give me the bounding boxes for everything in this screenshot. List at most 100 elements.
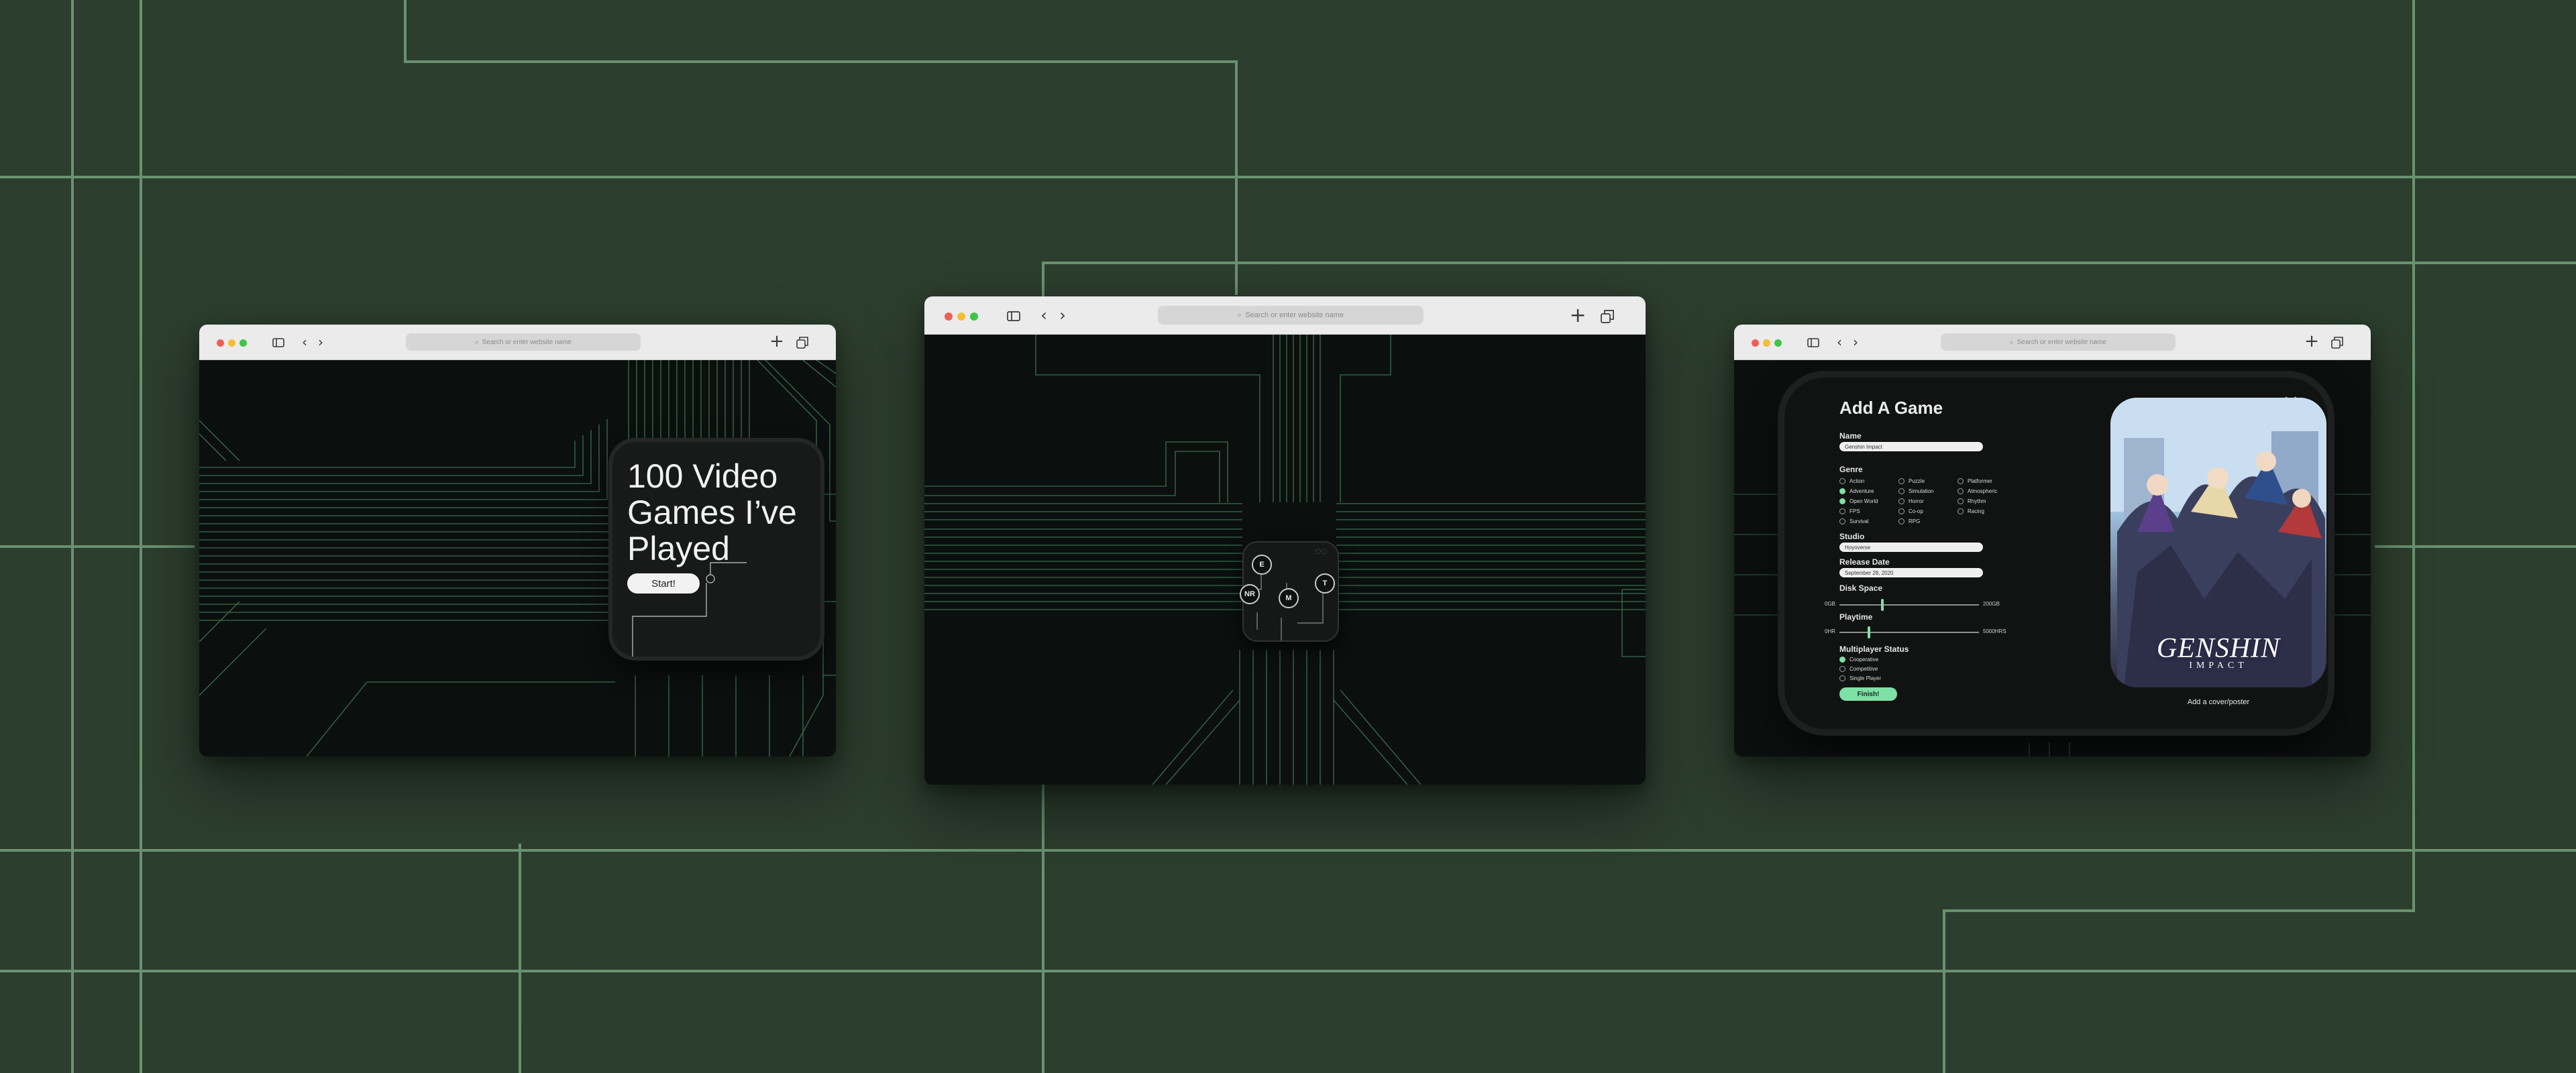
name-label: Name <box>1839 431 1862 441</box>
search-icon: ⌕ <box>2009 338 2014 346</box>
address-placeholder: Search or enter website name <box>482 338 572 346</box>
close-window-button[interactable] <box>945 313 953 321</box>
genre-radio[interactable] <box>1898 478 1904 484</box>
finish-button[interactable]: Finish! <box>1839 687 1897 701</box>
node-e[interactable]: E <box>1252 555 1272 575</box>
address-bar[interactable]: ⌕ Search or enter website name <box>1941 333 2176 351</box>
sidebar-icon[interactable] <box>272 337 285 349</box>
page-viewport: ◌◌ E NR M T <box>924 335 1646 785</box>
address-bar[interactable]: ⌕ Search or enter website name <box>1158 306 1424 325</box>
maximize-window-button[interactable] <box>970 313 978 321</box>
genre-radio[interactable] <box>1898 498 1904 504</box>
genre-option[interactable]: Rhythm <box>1957 498 1986 504</box>
genre-option[interactable]: Adventure <box>1839 488 1874 494</box>
browser-toolbar: ‹ › ⌕ Search or enter website name + <box>1734 325 2371 360</box>
new-tab-icon[interactable]: + <box>2304 331 2319 351</box>
multiplayer-radio[interactable] <box>1839 666 1845 672</box>
disk-space-knob[interactable] <box>1881 599 1884 611</box>
genre-radio[interactable] <box>1839 508 1845 514</box>
genre-radio[interactable] <box>1957 508 1964 514</box>
name-field[interactable] <box>1839 442 1983 451</box>
multiplayer-radio[interactable] <box>1839 657 1845 663</box>
genre-option[interactable]: RPG <box>1898 518 1920 524</box>
close-window-button[interactable] <box>217 339 224 347</box>
genre-option[interactable]: Horror <box>1898 498 1924 504</box>
multiplayer-option[interactable]: Competitive <box>1839 666 1878 672</box>
genre-option[interactable]: Simulation <box>1898 488 1933 494</box>
disk-space-slider[interactable] <box>1839 599 1979 611</box>
node-m[interactable]: M <box>1279 588 1299 608</box>
browser-toolbar: ‹ › ⌕ Search or enter website name + <box>924 296 1646 335</box>
address-bar[interactable]: ⌕ Search or enter website name <box>406 333 641 351</box>
maximize-window-button[interactable] <box>239 339 247 347</box>
genre-option[interactable]: Survival <box>1839 518 1868 524</box>
genre-radio[interactable] <box>1839 498 1845 504</box>
genre-option-label: Action <box>1849 478 1865 484</box>
sidebar-icon[interactable] <box>1006 310 1021 322</box>
intro-card: 100 Video Games I’ve Played Start! <box>612 442 820 657</box>
poster-logo: GENSHIN IMPACT <box>2110 632 2326 671</box>
page-viewport: 100 Video Games I’ve Played Start! <box>199 360 836 756</box>
playtime-knob[interactable] <box>1867 626 1870 638</box>
poster-logo-text: GENSHIN <box>2156 633 2281 664</box>
playtime-max-label: 5000HRS <box>1983 628 2006 634</box>
address-placeholder: Search or enter website name <box>2017 338 2106 346</box>
back-icon[interactable]: ‹ <box>300 334 309 350</box>
genre-radio[interactable] <box>1957 498 1964 504</box>
playtime-slider[interactable] <box>1839 626 1979 638</box>
new-tab-icon[interactable]: + <box>1569 304 1586 327</box>
forward-icon[interactable]: › <box>316 334 325 350</box>
multiplayer-radio[interactable] <box>1839 675 1845 681</box>
genre-radio[interactable] <box>1898 518 1904 524</box>
studio-field[interactable] <box>1839 543 1983 552</box>
new-tab-icon[interactable]: + <box>769 331 784 351</box>
disk-space-label: Disk Space <box>1839 583 1883 593</box>
tabs-overview-icon[interactable] <box>795 335 810 350</box>
genre-option-label: Platformer <box>1968 478 1992 484</box>
genre-option[interactable]: Co-op <box>1898 508 1923 514</box>
address-placeholder: Search or enter website name <box>1245 311 1344 319</box>
genre-option[interactable]: Action <box>1839 478 1864 484</box>
page-viewport: Add A Game ✕ Name Genre ActionPuzzlePlat… <box>1734 360 2371 756</box>
close-window-button[interactable] <box>1752 339 1759 347</box>
genre-option[interactable]: FPS <box>1839 508 1860 514</box>
poster-caption: Add a cover/poster <box>2187 698 2250 706</box>
node-t[interactable]: T <box>1315 573 1335 594</box>
multiplayer-option[interactable]: Cooperative <box>1839 657 1878 663</box>
minimize-window-button[interactable] <box>1763 339 1770 347</box>
tabs-overview-icon[interactable] <box>1599 308 1615 325</box>
multiplayer-option[interactable]: Single Player <box>1839 675 1881 681</box>
release-date-label: Release Date <box>1839 557 1890 567</box>
forward-icon[interactable]: › <box>1057 306 1068 325</box>
modal-title: Add A Game <box>1839 398 1943 418</box>
release-date-field[interactable] <box>1839 568 1983 577</box>
genre-option[interactable]: Atmospheric <box>1957 488 1997 494</box>
genre-option[interactable]: Puzzle <box>1898 478 1925 484</box>
genre-option-label: Atmospheric <box>1968 488 1998 494</box>
sidebar-icon[interactable] <box>1807 337 1820 349</box>
minimize-window-button[interactable] <box>228 339 235 347</box>
genre-radio[interactable] <box>1839 518 1845 524</box>
browser-window-add-game: ‹ › ⌕ Search or enter website name + Add… <box>1734 325 2371 756</box>
back-icon[interactable]: ‹ <box>1835 334 1844 350</box>
genre-radio[interactable] <box>1839 488 1845 494</box>
game-poster[interactable]: GENSHIN IMPACT <box>2110 398 2326 687</box>
genre-option-label: RPG <box>1909 518 1921 524</box>
node-nr[interactable]: NR <box>1240 584 1260 604</box>
genre-option-label: Puzzle <box>1909 478 1925 484</box>
tabs-overview-icon[interactable] <box>2330 335 2345 350</box>
genre-radio[interactable] <box>1839 478 1845 484</box>
genre-radio[interactable] <box>1957 488 1964 494</box>
forward-icon[interactable]: › <box>1851 334 1860 350</box>
search-icon: ⌕ <box>1238 310 1242 319</box>
minimize-window-button[interactable] <box>957 313 965 321</box>
maximize-window-button[interactable] <box>1774 339 1782 347</box>
poster-logo-subtext: IMPACT <box>2189 661 2248 671</box>
genre-option[interactable]: Racing <box>1957 508 1984 514</box>
genre-radio[interactable] <box>1898 508 1904 514</box>
back-icon[interactable]: ‹ <box>1038 306 1049 325</box>
genre-radio[interactable] <box>1957 478 1964 484</box>
genre-radio[interactable] <box>1898 488 1904 494</box>
genre-option[interactable]: Open World <box>1839 498 1878 504</box>
genre-option[interactable]: Platformer <box>1957 478 1992 484</box>
